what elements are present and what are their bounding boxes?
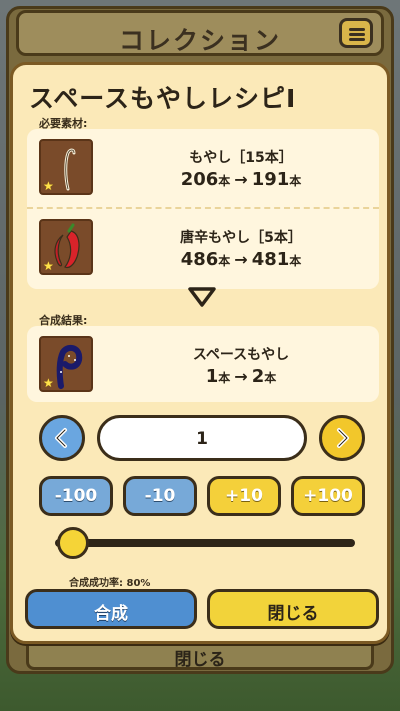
quantity-field[interactable]: 1: [97, 415, 307, 461]
result-row: ★ スペースもやし 1本 → 2本: [27, 326, 379, 402]
quantity-slider-thumb[interactable]: [57, 527, 89, 559]
space-sprout-icon: ★: [39, 336, 93, 392]
decrease-button[interactable]: [39, 415, 85, 461]
close-button[interactable]: 閉じる: [207, 589, 379, 629]
menu-button[interactable]: [339, 18, 373, 48]
bean-sprout-icon: ★: [39, 139, 93, 195]
chevron-right-icon: [337, 428, 349, 448]
plus-10-button[interactable]: +10: [207, 476, 281, 516]
result-name: スペースもやし: [192, 347, 290, 363]
material-row: ★ もやし［15本］ 206本 → 191本: [27, 129, 379, 209]
rarity-star-icon: ★: [43, 179, 54, 193]
title-bar: コレクション: [16, 10, 384, 56]
materials-panel: ★ もやし［15本］ 206本 → 191本 ★ 唐辛もやし［5本］ 486本 → 48…: [27, 129, 379, 289]
increase-button[interactable]: [319, 415, 365, 461]
recipe-dialog: スペースもやしレシピI 必要素材: ★ もやし［15本］ 206本→191本: [10, 62, 390, 644]
material-count: 206本 → 191本: [180, 169, 302, 190]
rarity-star-icon: ★: [43, 259, 54, 273]
red-pepper-sprout-icon: ★: [39, 219, 93, 275]
rarity-star-icon: ★: [43, 376, 54, 390]
material-count: 486本 → 481本: [180, 249, 302, 270]
plus-100-button[interactable]: +100: [291, 476, 365, 516]
quantity-slider-track[interactable]: [55, 539, 355, 547]
chevron-left-icon: [55, 428, 67, 448]
success-rate-text: 合成成功率: 80%: [69, 578, 151, 589]
page-title: コレクション: [118, 26, 281, 55]
minus-100-button[interactable]: -100: [39, 476, 113, 516]
arrow-down-icon: [188, 287, 216, 307]
minus-10-button[interactable]: -10: [123, 476, 197, 516]
material-row: ★ 唐辛もやし［5本］ 486本 → 481本: [27, 209, 379, 289]
result-count: 1本 → 2本: [205, 366, 277, 387]
craft-button[interactable]: 合成: [25, 589, 197, 629]
result-panel: ★ スペースもやし 1本 → 2本: [27, 326, 379, 402]
material-name: もやし［15本］: [189, 150, 293, 166]
recipe-title: スペースもやしレシピI: [29, 84, 297, 113]
material-name: 唐辛もやし［5本］: [180, 230, 302, 246]
